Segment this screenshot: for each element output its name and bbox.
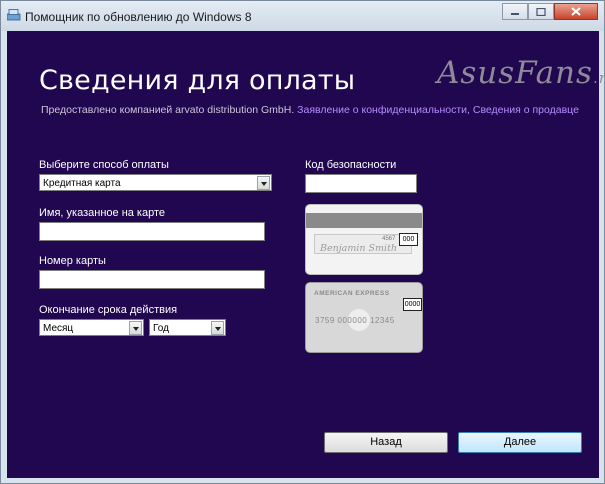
close-icon xyxy=(571,7,581,16)
magnetic-stripe xyxy=(306,213,422,228)
amex-card-number: 3759 000000 12345 xyxy=(315,316,395,325)
payment-method-value: Кредитная карта xyxy=(43,178,121,189)
minimize-button[interactable] xyxy=(502,3,528,20)
chevron-down-icon[interactable] xyxy=(257,176,270,190)
amex-card-illustration: AMERICAN EXPRESS 0000 3759 000000 12345 xyxy=(305,282,423,353)
window-title: Помощник по обновлению до Windows 8 xyxy=(25,10,252,24)
page-title: Сведения для оплаты xyxy=(39,65,356,96)
amex-brand: AMERICAN EXPRESS xyxy=(314,290,390,297)
payment-method-label: Выберите способ оплаты xyxy=(39,159,169,171)
expiry-month-dropdown[interactable]: Месяц xyxy=(39,319,144,336)
next-button[interactable]: Далее xyxy=(458,432,582,453)
minimize-icon xyxy=(511,12,519,15)
card-signature: Benjamin Smith xyxy=(320,243,398,254)
app-icon xyxy=(7,9,21,21)
privacy-link[interactable]: Заявление о конфиденциальности xyxy=(297,104,467,116)
security-code-label: Код безопасности xyxy=(305,159,397,171)
asusfans-watermark: AsusFans.ru xyxy=(437,55,605,91)
payment-method-dropdown[interactable]: Кредитная карта xyxy=(39,174,272,191)
card-number-label: Номер карты xyxy=(39,255,106,267)
card-back-cvv: 000 xyxy=(399,233,418,246)
provider-text: Предоставлено компанией arvato distribut… xyxy=(41,104,295,116)
expiry-month-value: Месяц xyxy=(43,323,74,334)
payment-page: Сведения для оплаты AsusFans.ru Предоста… xyxy=(7,31,605,478)
seller-info-link[interactable]: Сведения о продавце xyxy=(473,104,579,116)
expiry-label: Окончание срока действия xyxy=(39,304,178,316)
maximize-button[interactable] xyxy=(528,3,554,20)
close-button[interactable] xyxy=(554,3,598,20)
provider-line: Предоставлено компанией arvato distribut… xyxy=(41,104,579,116)
title-bar[interactable]: Помощник по обновлению до Windows 8 xyxy=(1,1,604,31)
back-button[interactable]: Назад xyxy=(324,432,448,453)
security-code-input[interactable] xyxy=(305,174,417,193)
maximize-icon xyxy=(536,7,546,16)
cardholder-name-input[interactable] xyxy=(39,222,265,241)
upgrade-assistant-window: Помощник по обновлению до Windows 8 Свед… xyxy=(0,0,605,484)
card-back-illustration: Benjamin Smith 4567 000 xyxy=(305,204,423,275)
card-number-input[interactable] xyxy=(39,270,265,289)
amex-cvv: 0000 xyxy=(403,298,422,311)
chevron-down-icon[interactable] xyxy=(211,321,224,335)
expiry-year-value: Год xyxy=(153,323,169,334)
expiry-year-dropdown[interactable]: Год xyxy=(149,319,226,336)
chevron-down-icon[interactable] xyxy=(129,321,142,335)
card-back-number: 4567 xyxy=(382,236,396,242)
cardholder-name-label: Имя, указанное на карте xyxy=(39,207,166,219)
